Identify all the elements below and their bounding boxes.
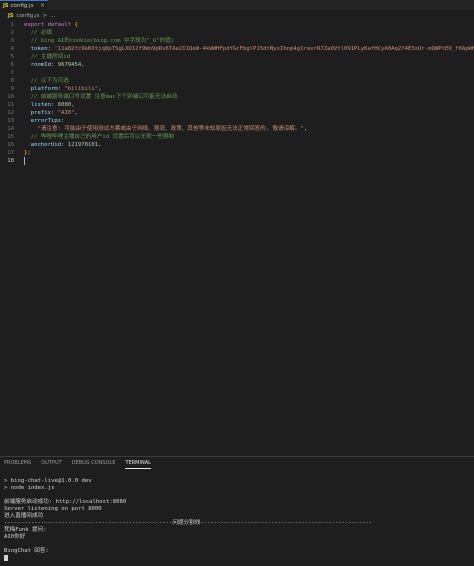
line-number: 1: [10, 22, 14, 28]
code-text: export default {: [24, 22, 78, 28]
line-number: 11: [7, 102, 14, 108]
line-number: 17: [7, 150, 14, 156]
terminal-line: 进入直播间成功: [4, 513, 44, 519]
code-line[interactable]: 1 export default {: [0, 21, 474, 29]
terminal-line: BingChat 回答:: [4, 548, 49, 554]
text-cursor: [24, 157, 25, 165]
code-line[interactable]: 5 // 主播房间id: [0, 53, 474, 61]
line-number: 8: [10, 78, 14, 84]
terminal-line: Server listening on port 8000: [4, 506, 102, 512]
code-text: prefix: "AI0",: [24, 110, 78, 116]
tab-terminal[interactable]: TERMINAL: [125, 457, 151, 469]
code-text: // 哔哩哔哩主播自己的用户id 设置后可以无视一些限制: [24, 134, 175, 140]
terminal-cursor: [4, 555, 8, 561]
javascript-file-icon: JS: [8, 12, 14, 19]
code-line[interactable]: 4 token: '11a82fc9kKOtjq8pTSgLXU12f9Wo9p…: [0, 45, 474, 53]
terminal[interactable]: > bing-chat-live@1.0.0 dev > node index.j…: [0, 469, 474, 566]
code-line[interactable]: 14 "请注意: 可能由于使用测试方案或由于网络、限流、政策、其他等未知原因无法…: [0, 125, 474, 133]
panel-tab-bar: PROBLEMS OUTPUT DEBUG CONSOLE TERMINAL: [0, 457, 474, 469]
code-line[interactable]: 13 errorTips:: [0, 117, 474, 125]
code-text: platform: "bilibili",: [24, 86, 102, 92]
code-line[interactable]: 6 roomId: 9679454,: [0, 61, 474, 69]
breadcrumb-symbol[interactable]: ...: [50, 13, 55, 19]
code-text: anchorUid: 121978101,: [24, 142, 102, 148]
terminal-line: AI0你好: [4, 534, 26, 540]
terminal-line: ----------------------------------------…: [4, 520, 373, 526]
code-line[interactable]: 15 // 哔哩哔哩主播自己的用户id 设置后可以无视一些限制: [0, 133, 474, 141]
code-line[interactable]: 7: [0, 69, 474, 77]
code-line[interactable]: 18: [0, 157, 474, 165]
terminal-line: 前端服务启动成功: http://localhost:8080: [4, 499, 127, 505]
code-text: errorTips:: [24, 118, 65, 124]
line-number: 3: [10, 38, 14, 44]
line-number: 6: [10, 62, 14, 68]
tab-label: config.js: [10, 2, 34, 9]
code-text: roomId: 9679454,: [24, 62, 85, 68]
breadcrumb: JS config.js > ...: [0, 11, 474, 20]
breadcrumb-separator: >: [42, 12, 48, 19]
breadcrumb-file[interactable]: config.js: [16, 13, 39, 19]
editor-tab-bar: JS config.js ×: [0, 0, 474, 11]
code-line[interactable]: 11 listen: 8080,: [0, 101, 474, 109]
code-editor[interactable]: 1 export default {2 // 必填 3 // bing AI的coo…: [0, 20, 474, 456]
line-number: 14: [7, 126, 14, 132]
close-icon[interactable]: ×: [40, 2, 45, 9]
line-number: 12: [7, 110, 14, 116]
line-number: 4: [10, 46, 14, 52]
code-text: };: [24, 150, 31, 156]
line-number: 15: [7, 134, 14, 140]
code-text: token: '11a82fc9kKOtjq8pTSgLXU12f9Wo9pRv…: [24, 46, 474, 52]
line-number: 13: [7, 118, 14, 124]
tab-debug-console[interactable]: DEBUG CONSOLE: [72, 457, 116, 469]
terminal-line: > node index.js: [4, 485, 55, 491]
tab-output[interactable]: OUTPUT: [41, 457, 61, 469]
code-text: // 必填: [24, 30, 53, 36]
code-line[interactable]: 9 platform: "bilibili",: [0, 85, 474, 93]
line-number: 7: [10, 70, 14, 76]
terminal-line: > bing-chat-live@1.0.0 dev: [4, 478, 92, 484]
code-line[interactable]: 16 anchorUid: 121978101,: [0, 141, 474, 149]
line-number: 10: [7, 94, 14, 100]
code-line[interactable]: 17};: [0, 149, 474, 157]
line-number: 2: [10, 30, 14, 36]
code-text: "请注意: 可能由于使用测试方案或由于网络、限流、政策、其他等未知原因无法正常回…: [24, 126, 308, 132]
code-line[interactable]: 3 // bing AI的cookie(bing.com 中字段为"_U"的值): [0, 37, 474, 45]
code-line[interactable]: 10 // 前端服务端口号设置 注意mac下个别端口可能无法启动: [0, 93, 474, 101]
code-text: // 前端服务端口号设置 注意mac下个别端口可能无法启动: [24, 94, 178, 100]
code-text: listen: 8080,: [24, 102, 75, 108]
code-text: // bing AI的cookie(bing.com 中字段为"_U"的值): [24, 38, 175, 44]
code-text: // 主播房间id: [24, 54, 70, 60]
tab-problems[interactable]: PROBLEMS: [4, 457, 31, 469]
line-number: 18: [7, 158, 14, 164]
line-number: 5: [10, 54, 14, 60]
line-number: 9: [10, 86, 14, 92]
tab-config-js[interactable]: JS config.js ×: [0, 0, 48, 10]
code-text: // 以下为可选: [24, 78, 69, 84]
code-line[interactable]: 2 // 必填: [0, 29, 474, 37]
line-number: 16: [7, 142, 14, 148]
javascript-file-icon: JS: [3, 2, 9, 9]
terminal-line: 梵梅Funk 提问:: [4, 527, 47, 533]
code-line[interactable]: 8 // 以下为可选: [0, 77, 474, 85]
code-line[interactable]: 12 prefix: "AI0",: [0, 109, 474, 117]
